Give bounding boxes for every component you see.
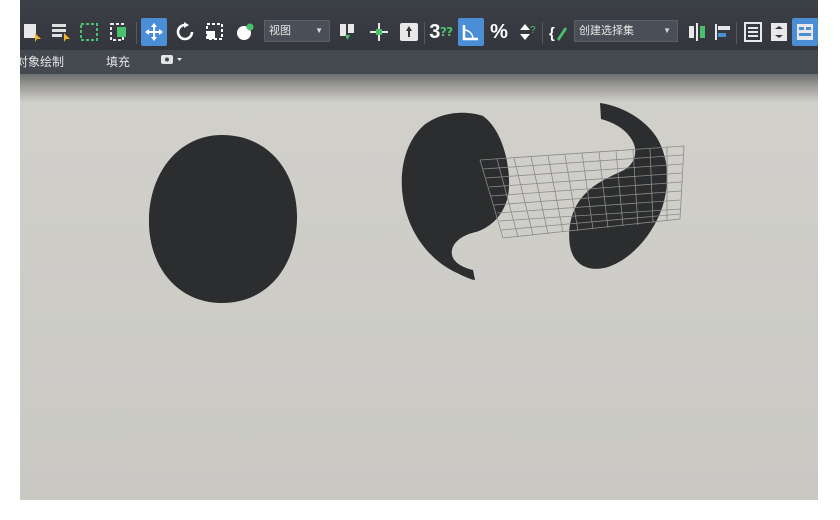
chevron-down-icon: ▼ bbox=[315, 26, 323, 35]
scale-icon[interactable] bbox=[202, 18, 228, 46]
toolbar-separator bbox=[542, 22, 543, 44]
viewport-perspective[interactable] bbox=[20, 74, 818, 500]
align-icon[interactable] bbox=[710, 18, 736, 46]
viewport-canvas bbox=[148, 103, 685, 303]
select-object-icon[interactable] bbox=[20, 18, 46, 46]
rotate-icon[interactable] bbox=[172, 18, 198, 46]
scene-explorer-icon[interactable] bbox=[740, 18, 766, 46]
named-selection-set-dropdown[interactable]: 创建选择集 ▼ bbox=[574, 20, 678, 42]
select-manipulate-icon[interactable] bbox=[396, 18, 422, 46]
layer-explorer-icon[interactable] bbox=[766, 18, 792, 46]
snap-3-label: 3 bbox=[429, 20, 441, 43]
selection-lock-icon[interactable] bbox=[366, 18, 392, 46]
spinner-snap-icon[interactable]: ? bbox=[514, 18, 540, 46]
application-window: 视图 ▼ 3 ⁇ % ? {创建选择集 ▼ 对象绘制 填充 bbox=[20, 0, 818, 500]
toolbar-separator bbox=[736, 22, 737, 44]
edit-named-selection-icon[interactable]: { bbox=[546, 18, 572, 46]
snap-magnet-icon: ⁇ bbox=[440, 25, 453, 39]
toolbar-separator bbox=[424, 22, 425, 44]
ribbon-tab-row: 对象绘制 填充 bbox=[20, 50, 818, 74]
snaps-toggle-icon[interactable]: 3 ⁇ bbox=[428, 18, 454, 46]
toolbar-separator bbox=[136, 22, 137, 44]
ribbon-toggle-icon[interactable] bbox=[792, 18, 818, 46]
place-icon[interactable] bbox=[232, 18, 258, 46]
svg-text:{: { bbox=[549, 25, 555, 42]
tab-fill[interactable]: 填充 bbox=[106, 55, 130, 69]
window-crossing-icon[interactable] bbox=[106, 18, 132, 46]
percent-snap-label: % bbox=[490, 20, 508, 43]
select-by-name-icon[interactable] bbox=[48, 18, 74, 46]
view-dropdown[interactable]: 视图 ▼ bbox=[264, 20, 330, 42]
main-toolbar: 视图 ▼ 3 ⁇ % ? {创建选择集 ▼ bbox=[20, 0, 818, 50]
svg-text:?: ? bbox=[530, 25, 536, 36]
photo-frame: 视图 ▼ 3 ⁇ % ? {创建选择集 ▼ 对象绘制 填充 bbox=[0, 0, 840, 520]
left-half-yinyang-shape[interactable] bbox=[401, 112, 510, 280]
ribbon-options-button[interactable] bbox=[160, 53, 184, 70]
chevron-down-icon: ▼ bbox=[663, 26, 671, 35]
mirror-icon[interactable] bbox=[684, 18, 710, 46]
tab-object-paint[interactable]: 对象绘制 bbox=[20, 55, 64, 69]
move-icon[interactable] bbox=[141, 18, 167, 46]
right-half-yinyang-shape[interactable] bbox=[569, 103, 668, 269]
circle-shape[interactable] bbox=[148, 135, 298, 303]
view-dropdown-value: 视图 bbox=[269, 25, 291, 37]
rectangular-selection-icon[interactable] bbox=[76, 18, 102, 46]
percent-snap-icon[interactable]: % bbox=[486, 18, 512, 46]
angle-snap-icon[interactable] bbox=[458, 18, 484, 46]
named-selection-set-value: 创建选择集 bbox=[579, 25, 634, 37]
pivot-icon[interactable] bbox=[334, 18, 360, 46]
